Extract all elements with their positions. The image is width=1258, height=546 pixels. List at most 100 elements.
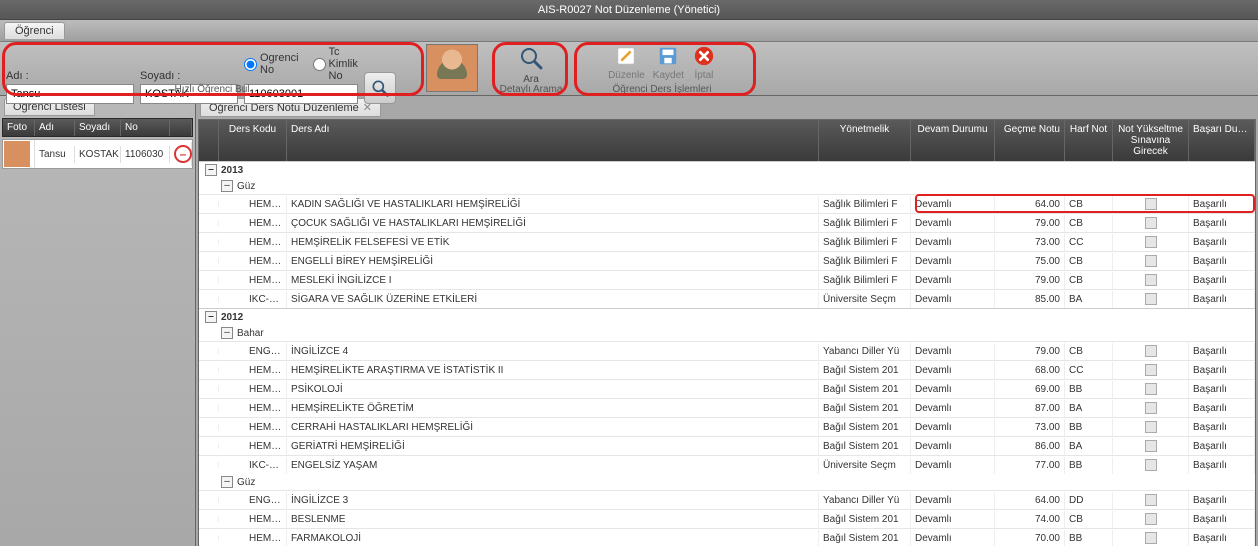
cell-not-yukseltme[interactable]	[1113, 233, 1189, 251]
cell-bas: Başarılı	[1189, 343, 1255, 360]
cell-not-yukseltme[interactable]	[1113, 529, 1189, 546]
checkbox-icon[interactable]	[1145, 236, 1157, 248]
checkbox-icon[interactable]	[1145, 383, 1157, 395]
course-row[interactable]: HEM202 PSİKOLOJİ Bağıl Sistem 201 Devaml…	[199, 379, 1255, 398]
cell-not-yukseltme[interactable]	[1113, 380, 1189, 398]
checkbox-icon[interactable]	[1145, 421, 1157, 433]
collapse-icon[interactable]: –	[221, 327, 233, 339]
col-harf[interactable]: Harf Not	[1065, 120, 1113, 161]
cell-not-yukseltme[interactable]	[1113, 271, 1189, 289]
cell-harf: CB	[1065, 511, 1113, 528]
cell-not-yukseltme[interactable]	[1113, 214, 1189, 232]
detail-search-button[interactable]	[517, 44, 545, 72]
cell-gec: 79.00	[995, 343, 1065, 360]
col-soyadi[interactable]: Soyadı	[75, 119, 121, 136]
col-gecme[interactable]: Geçme Notu	[995, 120, 1065, 161]
cell-code: HEM206	[219, 419, 287, 436]
course-row[interactable]: HEM315 MESLEKİ İNGİLİZCE I Sağlık Biliml…	[199, 270, 1255, 289]
col-no[interactable]: No	[121, 119, 170, 136]
cell-bas: Başarılı	[1189, 492, 1255, 509]
course-row[interactable]: HEM301 KADIN SAĞLIĞI VE HASTALIKLARI HEM…	[199, 194, 1255, 213]
quick-find-caption: Hızlı Öğrenci Bul	[0, 84, 424, 95]
radio-tc-no[interactable]: Tc Kimlik No	[313, 46, 358, 82]
course-row[interactable]: HEM311 ENGELLİ BİREY HEMŞİRELİĞİ Sağlık …	[199, 251, 1255, 270]
checkbox-icon[interactable]	[1145, 513, 1157, 525]
cell-not-yukseltme[interactable]	[1113, 418, 1189, 436]
semester-group[interactable]: –Güz	[199, 178, 1255, 194]
cell-harf: CB	[1065, 272, 1113, 289]
cell-gec: 70.00	[995, 530, 1065, 546]
cell-not-yukseltme[interactable]	[1113, 399, 1189, 417]
course-row[interactable]: HEM204 HEMŞİRELİKTE ÖĞRETİM Bağıl Sistem…	[199, 398, 1255, 417]
checkbox-icon[interactable]	[1145, 459, 1157, 471]
label-adi: Adı :	[6, 70, 136, 82]
col-foto[interactable]: Foto	[3, 119, 35, 136]
checkbox-icon[interactable]	[1145, 402, 1157, 414]
col-ders-kodu[interactable]: Ders Kodu	[219, 120, 287, 161]
collapse-icon[interactable]: –	[221, 476, 233, 488]
cell-not-yukseltme[interactable]	[1113, 510, 1189, 528]
checkbox-icon[interactable]	[1145, 217, 1157, 229]
cell-code: HEM204	[219, 400, 287, 417]
cell-no: 1106030	[121, 146, 170, 163]
col-basari[interactable]: Başarı Durumu	[1189, 120, 1255, 161]
checkbox-icon[interactable]	[1145, 255, 1157, 267]
tab-ogrenci[interactable]: Öğrenci	[4, 22, 65, 39]
col-adi[interactable]: Adı	[35, 119, 75, 136]
cell-not-yukseltme[interactable]	[1113, 491, 1189, 509]
checkbox-icon[interactable]	[1145, 532, 1157, 544]
checkbox-icon[interactable]	[1145, 293, 1157, 305]
course-row[interactable]: HEM206 CERRAHİ HASTALIKLARI HEMŞRELİĞİ B…	[199, 417, 1255, 436]
course-row[interactable]: IKC-HEM.06 SİGARA VE SAĞLIK ÜZERİNE ETKİ…	[199, 289, 1255, 308]
course-row[interactable]: HEM216 GERİATRİ HEMŞİRELİĞİ Bağıl Sistem…	[199, 436, 1255, 455]
duzenle-button[interactable]: Düzenle	[608, 44, 645, 81]
cell-bas: Başarılı	[1189, 215, 1255, 232]
iptal-button[interactable]: İptal	[692, 44, 716, 81]
checkbox-icon[interactable]	[1145, 345, 1157, 357]
year-group[interactable]: –2013	[199, 161, 1255, 178]
cell-not-yukseltme[interactable]	[1113, 437, 1189, 455]
left-grid-header: Foto Adı Soyadı No	[2, 118, 193, 137]
col-devam[interactable]: Devam Durumu	[911, 120, 995, 161]
course-row[interactable]: ENG 204.01 İNGİLİZCE 4 Yabancı Diller Yü…	[199, 341, 1255, 360]
cell-gec: 79.00	[995, 272, 1065, 289]
course-row[interactable]: HEM110 FARMAKOLOJİ Bağıl Sistem 201 Deva…	[199, 528, 1255, 546]
collapse-icon[interactable]: –	[221, 180, 233, 192]
cell-code: HEM301	[219, 196, 287, 213]
course-row[interactable]: HEM201.02 HEMŞİRELİKTE ARAŞTIRMA VE İSTA…	[199, 360, 1255, 379]
cell-not-yukseltme[interactable]	[1113, 361, 1189, 379]
radio-ogrenci-no[interactable]: Ogrenci No	[244, 46, 299, 82]
kaydet-label: Kaydet	[653, 70, 684, 81]
left-grid-row[interactable]: Tansu KOSTAK 1106030 –	[2, 139, 193, 169]
remove-button[interactable]: –	[174, 145, 192, 163]
cell-not-yukseltme[interactable]	[1113, 342, 1189, 360]
checkbox-icon[interactable]	[1145, 198, 1157, 210]
kaydet-button[interactable]: Kaydet	[653, 44, 684, 81]
cell-not-yukseltme[interactable]	[1113, 456, 1189, 474]
cell-not-yukseltme[interactable]	[1113, 290, 1189, 308]
cell-not-yukseltme[interactable]	[1113, 195, 1189, 213]
checkbox-icon[interactable]	[1145, 494, 1157, 506]
cell-code: HEM305	[219, 234, 287, 251]
checkbox-icon[interactable]	[1145, 364, 1157, 376]
checkbox-icon[interactable]	[1145, 440, 1157, 452]
actions-caption: Öğrenci Ders İşlemleri	[570, 84, 754, 95]
col-yonetmelik[interactable]: Yönetmelik	[819, 120, 911, 161]
collapse-icon[interactable]: –	[205, 164, 217, 176]
semester-group[interactable]: –Güz	[199, 474, 1255, 490]
year-group[interactable]: –2012	[199, 308, 1255, 325]
cell-not-yukseltme[interactable]	[1113, 252, 1189, 270]
collapse-icon[interactable]: –	[205, 311, 217, 323]
course-row[interactable]: ENG 203.01 İNGİLİZCE 3 Yabancı Diller Yü…	[199, 490, 1255, 509]
course-row[interactable]: HEM305 HEMŞİRELİK FELSEFESİ VE ETİK Sağl…	[199, 232, 1255, 251]
label-soyadi: Soyadı :	[140, 70, 240, 82]
cell-yon: Bağıl Sistem 201	[819, 362, 911, 379]
course-row[interactable]: HEM303 ÇOCUK SAĞLIĞI VE HASTALIKLARI HEM…	[199, 213, 1255, 232]
cell-gec: 77.00	[995, 457, 1065, 474]
col-not-yukseltme[interactable]: Not Yükseltme Sınavına Girecek	[1113, 120, 1189, 161]
course-row[interactable]: HEM100 BESLENME Bağıl Sistem 201 Devamlı…	[199, 509, 1255, 528]
semester-group[interactable]: –Bahar	[199, 325, 1255, 341]
course-row[interactable]: IKC-HEM.03 ENGELSİZ YAŞAM Üniversite Seç…	[199, 455, 1255, 474]
col-ders-adi[interactable]: Ders Adı	[287, 120, 819, 161]
checkbox-icon[interactable]	[1145, 274, 1157, 286]
